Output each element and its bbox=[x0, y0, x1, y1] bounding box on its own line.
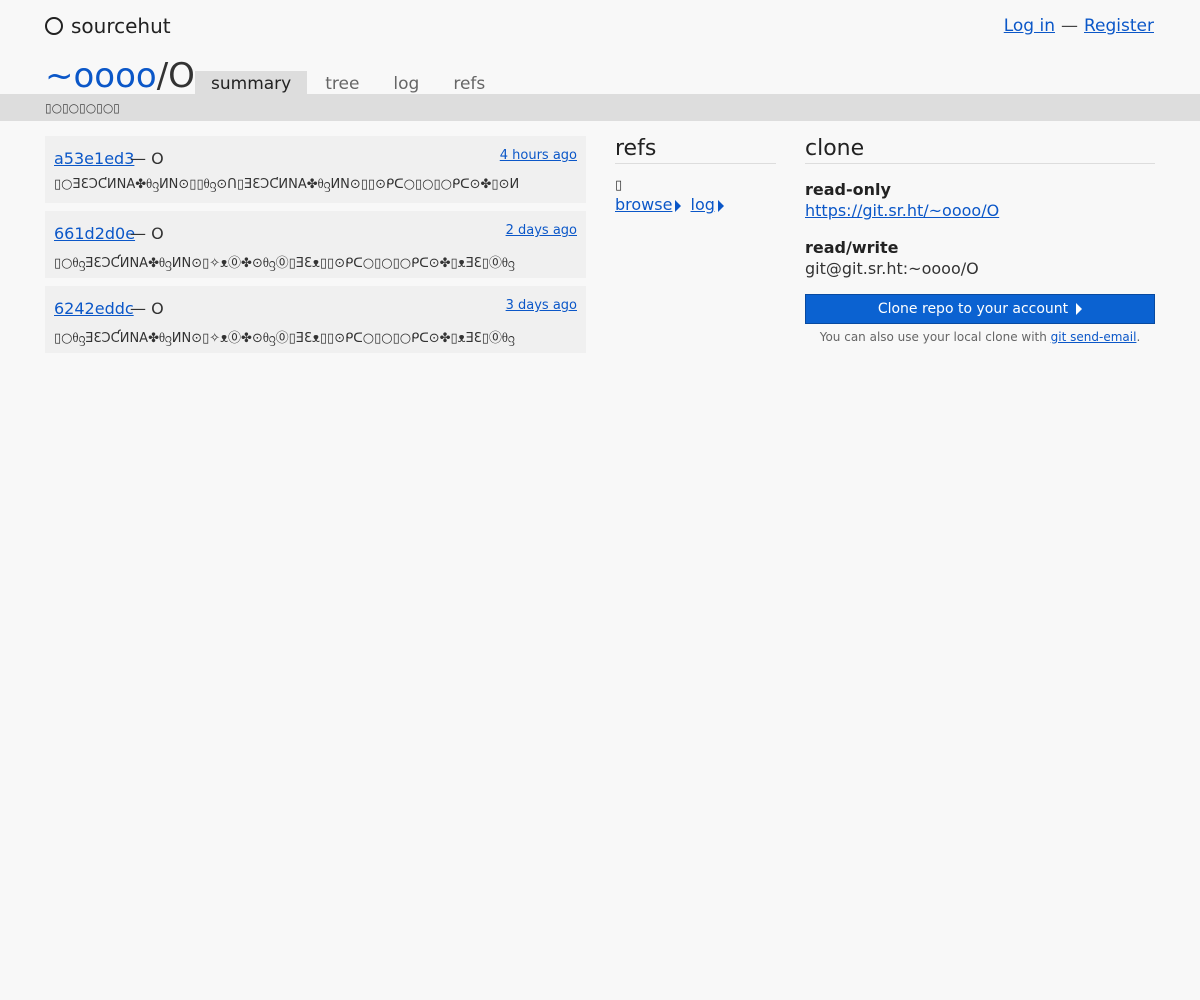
hint-prefix: You can also use your local clone with bbox=[819, 330, 1051, 344]
commit-time-link[interactable]: 4 hours ago bbox=[500, 148, 577, 163]
commit-time-link[interactable]: 2 days ago bbox=[506, 223, 577, 238]
read-only-label: read-only bbox=[805, 180, 891, 199]
clone-hint: You can also use your local clone with g… bbox=[805, 330, 1155, 344]
sourcehut-circle-icon bbox=[45, 17, 63, 35]
repo-header: ~oooo/O summary tree log refs bbox=[45, 56, 1155, 97]
commit-hash-link[interactable]: a53e1ed3 bbox=[54, 149, 134, 168]
hint-suffix: . bbox=[1136, 330, 1141, 344]
ref-name: ▯ bbox=[615, 178, 623, 193]
clone-heading: clone bbox=[805, 136, 1155, 164]
clone-button-label: Clone repo to your account bbox=[877, 301, 1069, 317]
commit-author: — O bbox=[130, 299, 164, 318]
auth-separator: — bbox=[1061, 16, 1078, 36]
clone-section: clone read-only https://git.sr.ht/~oooo/… bbox=[805, 136, 1155, 344]
git-send-email-link[interactable]: git send-email bbox=[1051, 330, 1137, 344]
top-navbar: sourcehut Log in — Register bbox=[45, 14, 1154, 44]
commit-message: ▯○ƎƐƆƇИΝА✤ᦲᦋИΝ⊙▯▯ᦲᦋ⊙Ո▯ƎƐƆƇИΝА✤ᦲᦋИΝ⊙▯▯⊙ᑭᑕ… bbox=[54, 177, 520, 192]
commit-item: a53e1ed3 — O 4 hours ago ▯○ƎƐƆƇИΝА✤ᦲᦋИΝ⊙… bbox=[45, 136, 586, 203]
log-label: log bbox=[690, 195, 715, 214]
commit-item: 6242eddc — O 3 days ago ▯○ᦲᦋƎƐƆƇИΝА✤ᦲᦋИΝ… bbox=[45, 286, 586, 353]
read-write-url: git@git.sr.ht:~oooo/O bbox=[805, 259, 979, 278]
sourcehut-logo-link[interactable]: sourcehut bbox=[45, 14, 171, 38]
refs-heading: refs bbox=[615, 136, 776, 164]
login-link[interactable]: Log in bbox=[1004, 16, 1055, 36]
commit-hash-link[interactable]: 6242eddc bbox=[54, 299, 134, 318]
read-write-label: read/write bbox=[805, 238, 899, 257]
repo-slash: / bbox=[156, 56, 169, 96]
caret-right-icon bbox=[717, 199, 724, 212]
auth-links: Log in — Register bbox=[1004, 16, 1154, 36]
repo-owner-link[interactable]: ~oooo bbox=[45, 56, 157, 96]
repo-name: O bbox=[168, 56, 195, 96]
commit-message: ▯○ᦲᦋƎƐƆƇИΝА✤ᦲᦋИΝ⊙▯✧ᴥ⓪✤⊙ᦲᦋ⓪▯ƎƐᴥ▯▯⊙ᑭᑕ○▯○▯○… bbox=[54, 331, 515, 346]
browse-link[interactable]: browse bbox=[615, 195, 682, 214]
repo-title: ~oooo/O bbox=[45, 56, 195, 96]
brand-name: sourcehut bbox=[71, 14, 171, 38]
browse-label: browse bbox=[615, 195, 673, 214]
ref-links: browse log bbox=[615, 195, 776, 214]
caret-right-icon bbox=[1076, 303, 1083, 315]
commit-time-link[interactable]: 3 days ago bbox=[506, 298, 577, 313]
commit-item: 661d2d0e — O 2 days ago ▯○ᦲᦋƎƐƆƇИΝА✤ᦲᦋИΝ… bbox=[45, 211, 586, 278]
commit-message: ▯○ᦲᦋƎƐƆƇИΝА✤ᦲᦋИΝ⊙▯✧ᴥ⓪✤⊙ᦲᦋ⓪▯ƎƐᴥ▯▯⊙ᑭᑕ○▯○▯○… bbox=[54, 256, 515, 271]
repo-description-bar: ▯○▯○▯○▯○▯ bbox=[0, 94, 1200, 121]
read-only-url-row: https://git.sr.ht/~oooo/O bbox=[805, 201, 1155, 220]
commit-hash-link[interactable]: 661d2d0e bbox=[54, 224, 135, 243]
commit-list: a53e1ed3 — O 4 hours ago ▯○ƎƐƆƇИΝА✤ᦲᦋИΝ⊙… bbox=[45, 136, 586, 361]
clone-repo-button[interactable]: Clone repo to your account bbox=[805, 294, 1155, 324]
caret-right-icon bbox=[675, 199, 682, 212]
repo-description: ▯○▯○▯○▯○▯ bbox=[45, 101, 120, 115]
commit-author: — O bbox=[130, 224, 164, 243]
refs-section: refs ▯ browse log bbox=[615, 136, 776, 214]
read-only-url-link[interactable]: https://git.sr.ht/~oooo/O bbox=[805, 201, 999, 220]
commit-author: — O bbox=[130, 149, 164, 168]
log-link[interactable]: log bbox=[691, 195, 724, 214]
register-link[interactable]: Register bbox=[1084, 16, 1154, 36]
